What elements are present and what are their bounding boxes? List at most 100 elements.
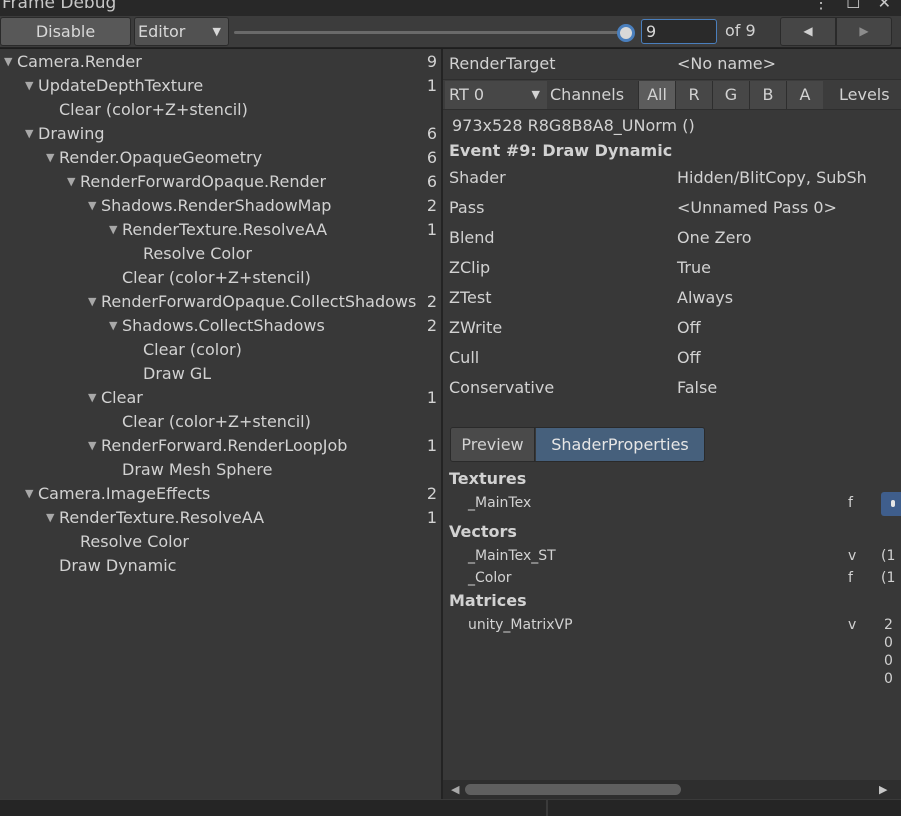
tree-row-label: Resolve Color bbox=[80, 532, 189, 551]
render-target-format: 973x528 R8G8B8A8_UNorm () bbox=[452, 116, 695, 135]
tree-row[interactable]: ▼ RenderTexture.ResolveAA 1 bbox=[0, 218, 441, 242]
property-value: Off bbox=[677, 348, 701, 367]
tree-row[interactable]: ▼ Clear 1 bbox=[0, 386, 441, 410]
expanded-triangle-icon[interactable]: ▼ bbox=[25, 74, 33, 98]
property-value: (1 bbox=[881, 570, 896, 586]
property-value: One Zero bbox=[677, 228, 752, 247]
matrix-value: 0 bbox=[884, 635, 893, 651]
expanded-triangle-icon[interactable]: ▼ bbox=[25, 122, 33, 146]
expanded-triangle-icon[interactable]: ▼ bbox=[25, 482, 33, 506]
chevron-down-icon: ▼ bbox=[531, 88, 540, 101]
scroll-left-icon[interactable]: ◀ bbox=[451, 780, 459, 799]
frame-slider-track[interactable] bbox=[234, 31, 626, 34]
frame-number-input[interactable] bbox=[641, 19, 717, 44]
chevron-down-icon: ▼ bbox=[212, 25, 221, 38]
tree-row[interactable]: Clear (color+Z+stencil) bbox=[0, 410, 441, 434]
tree-row[interactable]: ▼ Drawing 6 bbox=[0, 122, 441, 146]
expanded-triangle-icon[interactable]: ▼ bbox=[88, 194, 96, 218]
expanded-triangle-icon[interactable]: ▼ bbox=[109, 314, 117, 338]
frame-slider-thumb[interactable] bbox=[617, 24, 635, 42]
tree-row[interactable]: ▼ Camera.Render 9 bbox=[0, 50, 441, 74]
horizontal-scrollbar[interactable]: ◀ ▶ bbox=[443, 780, 901, 799]
expanded-triangle-icon[interactable]: ▼ bbox=[88, 290, 96, 314]
detail-tabs: Preview ShaderProperties bbox=[450, 427, 705, 462]
expanded-triangle-icon[interactable]: ▼ bbox=[88, 434, 96, 458]
bottom-divider bbox=[546, 800, 548, 816]
rt-dropdown[interactable]: RT 0 ▼ bbox=[445, 81, 547, 109]
arrow-left-icon: ◀ bbox=[803, 24, 813, 38]
matrix-values: 2 0 0 0 bbox=[884, 616, 893, 688]
property-row: Conservative False bbox=[443, 376, 901, 400]
expanded-triangle-icon[interactable]: ▼ bbox=[46, 506, 54, 530]
property-type: f bbox=[848, 570, 853, 586]
disable-button[interactable]: Disable bbox=[0, 17, 131, 46]
tree-row[interactable]: ▼ Render.OpaqueGeometry 6 bbox=[0, 146, 441, 170]
tree-row[interactable]: ▼ Shadows.RenderShadowMap 2 bbox=[0, 194, 441, 218]
expanded-triangle-icon[interactable]: ▼ bbox=[88, 386, 96, 410]
channel-a-button[interactable]: A bbox=[786, 81, 823, 109]
tab-shader-properties[interactable]: ShaderProperties bbox=[536, 428, 704, 461]
channel-g-button[interactable]: G bbox=[712, 81, 749, 109]
property-type: v bbox=[848, 548, 857, 564]
property-key: Pass bbox=[449, 198, 485, 217]
tab-preview[interactable]: Preview bbox=[451, 428, 535, 461]
matrix-value: 2 bbox=[884, 617, 893, 633]
tree-row[interactable]: Resolve Color bbox=[0, 530, 441, 554]
tree-row-count: 1 bbox=[424, 218, 437, 242]
tree-row[interactable]: Clear (color+Z+stencil) bbox=[0, 98, 441, 122]
window-title: Frame Debug bbox=[2, 0, 117, 13]
matrix-value: 0 bbox=[884, 671, 893, 687]
scrollbar-thumb[interactable] bbox=[465, 784, 681, 795]
tree-row[interactable]: ▼ RenderTexture.ResolveAA 1 bbox=[0, 506, 441, 530]
previous-event-button[interactable]: ◀ bbox=[780, 17, 836, 46]
property-type: v bbox=[848, 617, 857, 633]
tree-row-label: UpdateDepthTexture bbox=[38, 76, 204, 95]
levels-label[interactable]: Levels bbox=[839, 81, 890, 109]
expanded-triangle-icon[interactable]: ▼ bbox=[4, 50, 12, 74]
property-value: True bbox=[677, 258, 711, 277]
tree-row[interactable]: Draw Dynamic bbox=[0, 554, 441, 578]
tree-row[interactable]: ▼ RenderForwardOpaque.Render 6 bbox=[0, 170, 441, 194]
window-controls[interactable]: ⋮ ☐ ✕ bbox=[813, 0, 897, 12]
property-name: _MainTex_ST bbox=[468, 548, 556, 564]
tree-row[interactable]: Draw GL bbox=[0, 362, 441, 386]
tree-row-label: Clear bbox=[101, 388, 143, 407]
scroll-right-icon[interactable]: ▶ bbox=[879, 780, 887, 799]
event-details: RenderTarget <No name> RT 0 ▼ Channels A… bbox=[443, 49, 901, 799]
tree-row[interactable]: ▼ Shadows.CollectShadows 2 bbox=[0, 314, 441, 338]
next-event-button[interactable]: ▶ bbox=[836, 17, 892, 46]
tree-row[interactable]: Draw Mesh Sphere bbox=[0, 458, 441, 482]
target-dropdown[interactable]: Editor ▼ bbox=[134, 17, 229, 46]
event-title: Event #9: Draw Dynamic bbox=[449, 141, 673, 160]
property-value: Hidden/BlitCopy, SubSh bbox=[677, 168, 867, 187]
tree-row-count: 1 bbox=[424, 434, 437, 458]
property-row: ZClip True bbox=[443, 256, 901, 280]
tree-row[interactable]: Clear (color+Z+stencil) bbox=[0, 266, 441, 290]
channel-b-button[interactable]: B bbox=[749, 81, 786, 109]
tree-row-label: Camera.ImageEffects bbox=[38, 484, 211, 503]
expanded-triangle-icon[interactable]: ▼ bbox=[67, 170, 75, 194]
texture-swatch[interactable] bbox=[881, 492, 901, 516]
tree-row[interactable]: Resolve Color bbox=[0, 242, 441, 266]
property-name: unity_MatrixVP bbox=[468, 617, 573, 633]
expanded-triangle-icon[interactable]: ▼ bbox=[46, 146, 54, 170]
channel-all-button[interactable]: All bbox=[638, 81, 675, 109]
tree-row[interactable]: ▼ RenderForward.RenderLoopJob 1 bbox=[0, 434, 441, 458]
property-key: ZTest bbox=[449, 288, 492, 307]
channel-r-button[interactable]: R bbox=[675, 81, 712, 109]
tree-row[interactable]: Clear (color) bbox=[0, 338, 441, 362]
tree-row-count: 6 bbox=[424, 170, 437, 194]
property-type: f bbox=[848, 495, 853, 511]
vector-row: _MainTex_ST v (1 bbox=[443, 545, 901, 567]
tree-row[interactable]: ▼ RenderForwardOpaque.CollectShadows 2 bbox=[0, 290, 441, 314]
property-name: _Color bbox=[468, 570, 512, 586]
expanded-triangle-icon[interactable]: ▼ bbox=[109, 218, 117, 242]
render-target-value: <No name> bbox=[677, 54, 777, 73]
tree-row-count: 1 bbox=[424, 386, 437, 410]
texture-row: _MainTex f bbox=[443, 492, 901, 516]
matrix-value: 0 bbox=[884, 653, 893, 669]
tree-row[interactable]: ▼ Camera.ImageEffects 2 bbox=[0, 482, 441, 506]
tree-row-label: Drawing bbox=[38, 124, 105, 143]
tree-row[interactable]: ▼ UpdateDepthTexture 1 bbox=[0, 74, 441, 98]
tree-row-label: Clear (color+Z+stencil) bbox=[59, 100, 248, 119]
